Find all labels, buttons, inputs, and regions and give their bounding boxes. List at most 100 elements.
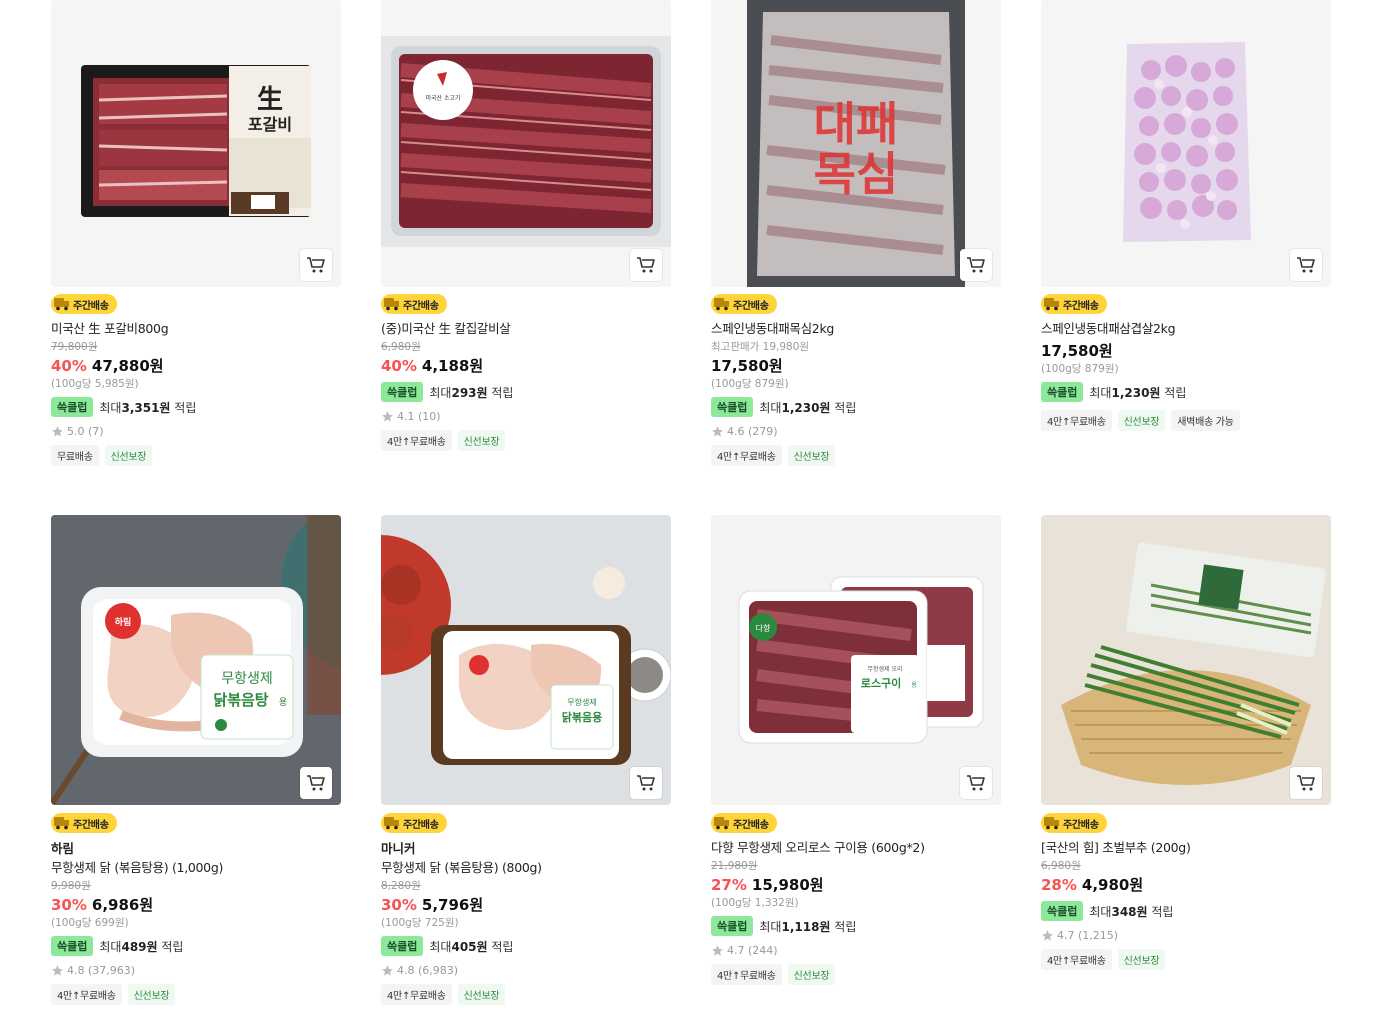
product-brand[interactable]: 마니커	[381, 840, 671, 857]
svg-text:미국산 소고기: 미국산 소고기	[425, 94, 460, 102]
add-to-cart-button[interactable]	[960, 767, 992, 799]
discount-rate: 27%	[711, 876, 747, 894]
product-image[interactable]	[1041, 0, 1331, 287]
add-to-cart-button[interactable]	[1290, 249, 1322, 281]
max-price: 최고판매가 19,980원	[711, 341, 810, 353]
product-photo: 무항생제 닭볶음용	[381, 515, 671, 805]
original-price: 21,980원	[711, 860, 758, 872]
chip-list: 4만↑무료배송 신선보장 새벽배송 가능	[1041, 410, 1331, 431]
product-name[interactable]: [국산의 힘] 초벌부추 (200g)	[1041, 839, 1331, 856]
product-brand[interactable]: 하림	[51, 840, 341, 857]
product-photo: 미국산 소고기	[381, 0, 671, 287]
unit-price: (100g당 5,985원)	[51, 378, 139, 390]
product-card[interactable]: 대패 목심 주간배송 스페인냉동대패목심2kg 최고판매가 19,980원 17…	[711, 0, 1001, 466]
reward-tag: 쓱클럽	[1041, 901, 1084, 921]
product-image[interactable]: 하림 무항생제 닭볶음탕 용	[51, 515, 341, 805]
product-card[interactable]: 미국산 소고기 주간배송 (중)미국산 生 칼집갈비살 6,980원 40% 4,…	[381, 0, 671, 451]
star-icon	[712, 425, 723, 437]
discount-rate: 28%	[1041, 876, 1077, 894]
svg-text:生: 生	[257, 85, 283, 115]
svg-text:다향: 다향	[756, 624, 771, 633]
add-to-cart-button[interactable]	[1290, 767, 1322, 799]
product-name[interactable]: 스페인냉동대패목심2kg	[711, 320, 1001, 337]
chip-fresh: 신선보장	[787, 964, 836, 985]
sale-price: 17,580원	[1041, 342, 1113, 360]
product-image[interactable]	[1041, 515, 1331, 805]
reward-tag: 쓱클럽	[381, 936, 424, 956]
chip-fresh: 신선보장	[127, 984, 176, 1005]
add-to-cart-button[interactable]	[630, 767, 662, 799]
discount-rate: 30%	[381, 896, 417, 914]
chip-list: 4만↑무료배송 신선보장	[381, 984, 671, 1005]
reward-tag: 쓱클럽	[711, 397, 754, 417]
chip-shipping: 4만↑무료배송	[381, 984, 452, 1005]
rating: 4.8 (37,963)	[51, 962, 341, 978]
star-icon	[52, 425, 63, 437]
add-to-cart-button[interactable]	[630, 249, 662, 281]
price-row: 17,580원	[1041, 341, 1331, 361]
unit-price: (100g당 1,332원)	[711, 897, 799, 909]
price-row: 30% 5,796원	[381, 895, 671, 915]
rating: 4.6 (279)	[711, 423, 1001, 439]
chip-dawn-delivery: 새벽배송 가능	[1171, 410, 1240, 431]
add-to-cart-button[interactable]	[300, 767, 332, 799]
svg-text:하림: 하림	[115, 616, 132, 628]
star-icon	[382, 410, 393, 422]
unit-price: (100g당 879원)	[1041, 363, 1119, 375]
reward-info: 쓱클럽 최대 1,118원 적립	[711, 916, 1001, 936]
svg-text:용: 용	[279, 697, 287, 708]
reward-tag: 쓱클럽	[381, 382, 424, 402]
chip-fresh: 신선보장	[457, 984, 506, 1005]
rating: 4.7 (244)	[711, 942, 1001, 958]
product-name[interactable]: 스페인냉동대패삼겹살2kg	[1041, 320, 1331, 337]
product-card[interactable]: 주간배송 스페인냉동대패삼겹살2kg 17,580원 (100g당 879원) …	[1041, 0, 1331, 431]
delivery-badge: 주간배송	[381, 294, 447, 314]
truck-icon	[384, 817, 399, 830]
svg-text:목심: 목심	[814, 147, 899, 201]
truck-icon	[714, 298, 729, 311]
chip-list: 4만↑무료배송 신선보장	[711, 964, 1001, 985]
product-name[interactable]: (중)미국산 生 칼집갈비살	[381, 320, 671, 337]
product-image[interactable]: 다향 무항생제 오리 로스구이 용	[711, 515, 1001, 805]
product-card[interactable]: 生 포갈비 주간배송 미국산 生 포갈비800g 79,800원 40% 47,8…	[51, 0, 341, 466]
product-image[interactable]: 미국산 소고기	[381, 0, 671, 287]
product-card[interactable]: 다향 무항생제 오리 로스구이 용 주간배송 다향 무항생제 오리로스 구이용 …	[711, 515, 1001, 985]
product-image[interactable]: 대패 목심	[711, 0, 1001, 287]
add-to-cart-button[interactable]	[300, 249, 332, 281]
delivery-badge: 주간배송	[51, 813, 117, 833]
star-icon	[1042, 929, 1053, 941]
sale-price: 5,796원	[421, 896, 484, 914]
product-card[interactable]: 주간배송 [국산의 힘] 초벌부추 (200g) 6,980원 28% 4,980…	[1041, 515, 1331, 970]
product-name[interactable]: 무항생제 닭 (볶음탕용) (800g)	[381, 859, 671, 876]
unit-price: (100g당 725원)	[381, 917, 459, 929]
product-name[interactable]: 미국산 生 포갈비800g	[51, 320, 341, 337]
delivery-badge: 주간배송	[1041, 813, 1107, 833]
discount-rate: 40%	[51, 357, 87, 375]
product-name[interactable]: 다향 무항생제 오리로스 구이용 (600g*2)	[711, 839, 1001, 856]
original-price: 6,980원	[1041, 860, 1081, 872]
product-name[interactable]: 무항생제 닭 (볶음탕용) (1,000g)	[51, 859, 341, 876]
chip-list: 4만↑무료배송 신선보장	[51, 984, 341, 1005]
product-image[interactable]: 生 포갈비	[51, 0, 341, 287]
product-image[interactable]: 무항생제 닭볶음용	[381, 515, 671, 805]
chip-shipping: 4만↑무료배송	[711, 964, 782, 985]
reward-tag: 쓱클럽	[711, 916, 754, 936]
reward-info: 쓱클럽 최대 1,230원 적립	[1041, 382, 1331, 402]
reward-tag: 쓱클럽	[1041, 382, 1084, 402]
cart-icon	[637, 775, 655, 791]
chip-shipping: 4만↑무료배송	[51, 984, 122, 1005]
product-card[interactable]: 무항생제 닭볶음용 주간배송 마니커 무항생제 닭 (볶음탕용) (800g) …	[381, 515, 671, 1005]
rating: 4.8 (6,983)	[381, 962, 671, 978]
reward-info: 쓱클럽 최대 405원 적립	[381, 936, 671, 956]
original-price: 8,280원	[381, 880, 421, 892]
discount-rate: 40%	[381, 357, 417, 375]
add-to-cart-button[interactable]	[960, 249, 992, 281]
svg-text:대패: 대패	[814, 97, 899, 151]
svg-text:무항생제: 무항생제	[567, 697, 596, 707]
cart-icon	[637, 257, 655, 273]
product-photo: 生 포갈비	[51, 0, 341, 287]
chip-fresh: 신선보장	[457, 430, 506, 451]
chip-shipping: 무료배송	[51, 445, 99, 466]
price-row: 30% 6,986원	[51, 895, 341, 915]
product-card[interactable]: 하림 무항생제 닭볶음탕 용 주간배송 하림 무항생제 닭 (볶음탕용) (1,…	[51, 515, 341, 1005]
